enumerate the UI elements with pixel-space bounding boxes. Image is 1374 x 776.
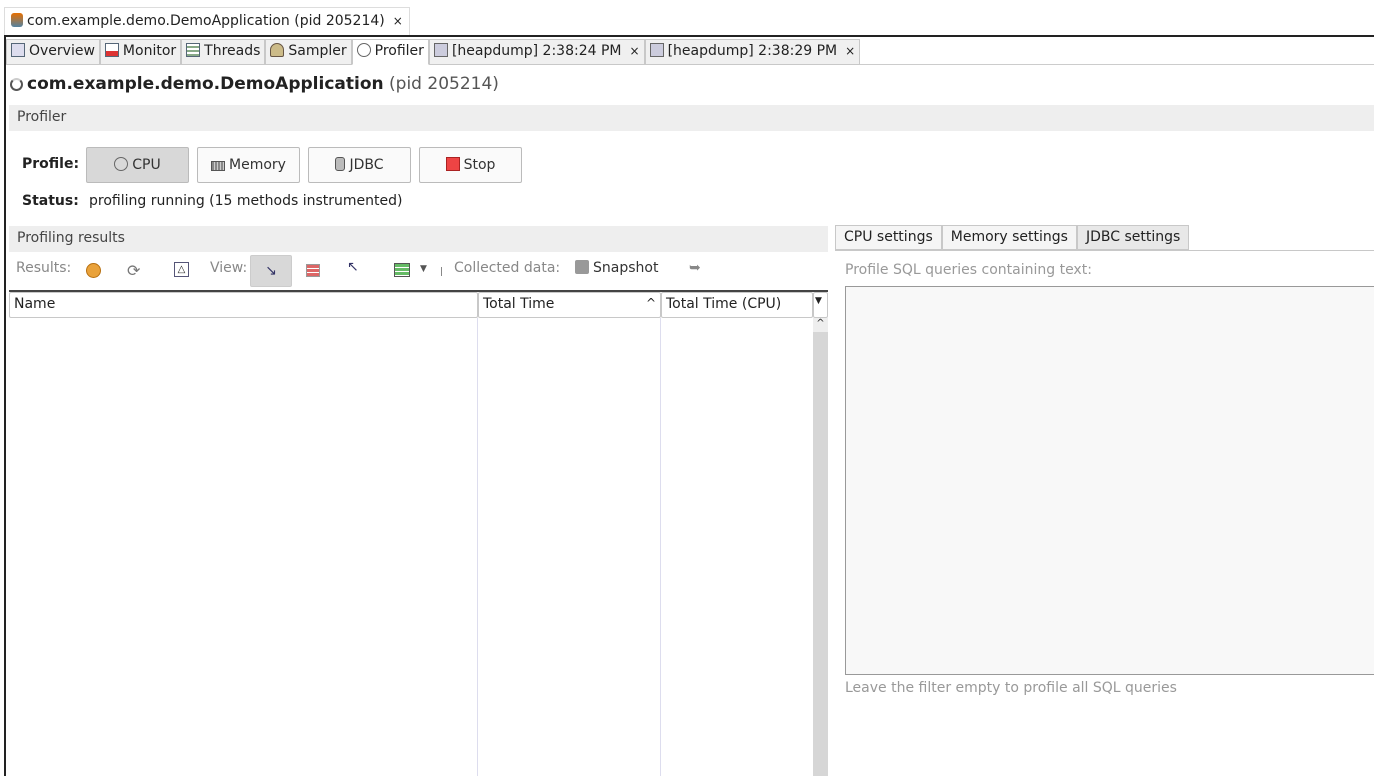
profiler-icon xyxy=(356,43,371,57)
stop-button[interactable]: Stop xyxy=(419,147,522,183)
view-tabs: Overview Monitor Threads Sampler Profile… xyxy=(6,39,1374,65)
chevron-down-icon[interactable]: ▼ xyxy=(420,264,427,274)
tab-memory-settings[interactable]: Memory settings xyxy=(941,225,1077,250)
filter-label: Profile SQL queries containing text: xyxy=(845,262,1092,278)
tab-heapdump-1[interactable]: [heapdump] 2:38:24 PM × xyxy=(428,39,645,65)
columns-icon[interactable] xyxy=(394,263,410,277)
arrow-down-right-icon: ↘ xyxy=(265,263,277,279)
tab-cpu-settings[interactable]: CPU settings xyxy=(835,225,942,250)
tab-profiler[interactable]: Profiler xyxy=(351,39,429,65)
snapshot-icon xyxy=(575,260,589,274)
profile-label: Profile: xyxy=(22,156,80,172)
close-icon[interactable]: × xyxy=(393,14,403,28)
sort-ascending-icon: ^ xyxy=(645,296,656,310)
reverse-calls-icon[interactable]: ↖ xyxy=(347,259,359,275)
status-text: profiling running (15 methods instrument… xyxy=(89,193,403,209)
delta-icon[interactable]: △ xyxy=(174,262,189,277)
heapdump-icon xyxy=(649,43,664,57)
status-label: Status: xyxy=(22,193,79,209)
tab-jdbc-settings[interactable]: JDBC settings xyxy=(1076,225,1190,250)
results-label: Results: xyxy=(16,260,72,276)
pause-icon[interactable] xyxy=(86,263,101,278)
spinner-icon xyxy=(10,78,23,91)
results-header: Profiling results xyxy=(9,226,828,252)
separator xyxy=(441,267,442,276)
export-icon[interactable]: ➥ xyxy=(689,260,701,276)
vertical-scrollbar[interactable]: ^ xyxy=(813,318,828,776)
column-total-time[interactable]: Total Time ^ xyxy=(478,292,661,318)
java-icon xyxy=(11,13,23,27)
tab-heapdump-2[interactable]: [heapdump] 2:38:29 PM × xyxy=(644,39,861,65)
overview-icon xyxy=(11,43,25,57)
column-total-time-cpu[interactable]: Total Time (CPU) xyxy=(661,292,813,318)
column-chooser[interactable]: ▼ xyxy=(813,292,828,318)
column-divider xyxy=(660,318,661,776)
heapdump-icon xyxy=(433,43,448,57)
view-label: View: xyxy=(210,260,248,276)
stop-icon xyxy=(445,157,460,171)
collected-label: Collected data: xyxy=(454,260,561,276)
tab-sampler[interactable]: Sampler xyxy=(265,39,352,65)
snapshot-button[interactable]: Snapshot xyxy=(575,260,658,276)
page-title: com.example.demo.DemoApplication (pid 20… xyxy=(10,74,499,94)
threads-icon xyxy=(186,43,201,57)
memory-button[interactable]: Memory xyxy=(197,147,300,183)
filter-hint: Leave the filter empty to profile all SQ… xyxy=(845,680,1177,696)
sampler-icon xyxy=(270,43,285,57)
close-icon[interactable]: × xyxy=(845,44,855,58)
profiler-header: Profiler xyxy=(9,105,1374,131)
window-tab[interactable]: com.example.demo.DemoApplication (pid 20… xyxy=(4,7,410,36)
jdbc-button[interactable]: JDBC xyxy=(308,147,411,183)
scroll-up-icon[interactable]: ^ xyxy=(813,318,828,332)
forward-calls-button[interactable]: ↘ xyxy=(250,255,292,287)
column-divider xyxy=(477,318,478,776)
database-icon xyxy=(335,157,346,171)
tab-monitor[interactable]: Monitor xyxy=(99,39,182,65)
memory-icon xyxy=(211,161,226,171)
tab-overview[interactable]: Overview xyxy=(6,39,100,65)
monitor-icon xyxy=(104,43,119,57)
close-icon[interactable]: × xyxy=(630,44,640,58)
cpu-button[interactable]: CPU xyxy=(86,147,189,183)
sql-filter-input[interactable] xyxy=(845,286,1374,675)
clock-icon xyxy=(114,157,129,171)
hot-spots-icon[interactable] xyxy=(306,264,320,277)
settings-tabs: CPU settings Memory settings JDBC settin… xyxy=(835,225,1374,251)
tab-threads[interactable]: Threads xyxy=(181,39,266,65)
column-name[interactable]: Name xyxy=(9,292,478,318)
refresh-icon[interactable]: ⟳ xyxy=(127,261,140,280)
